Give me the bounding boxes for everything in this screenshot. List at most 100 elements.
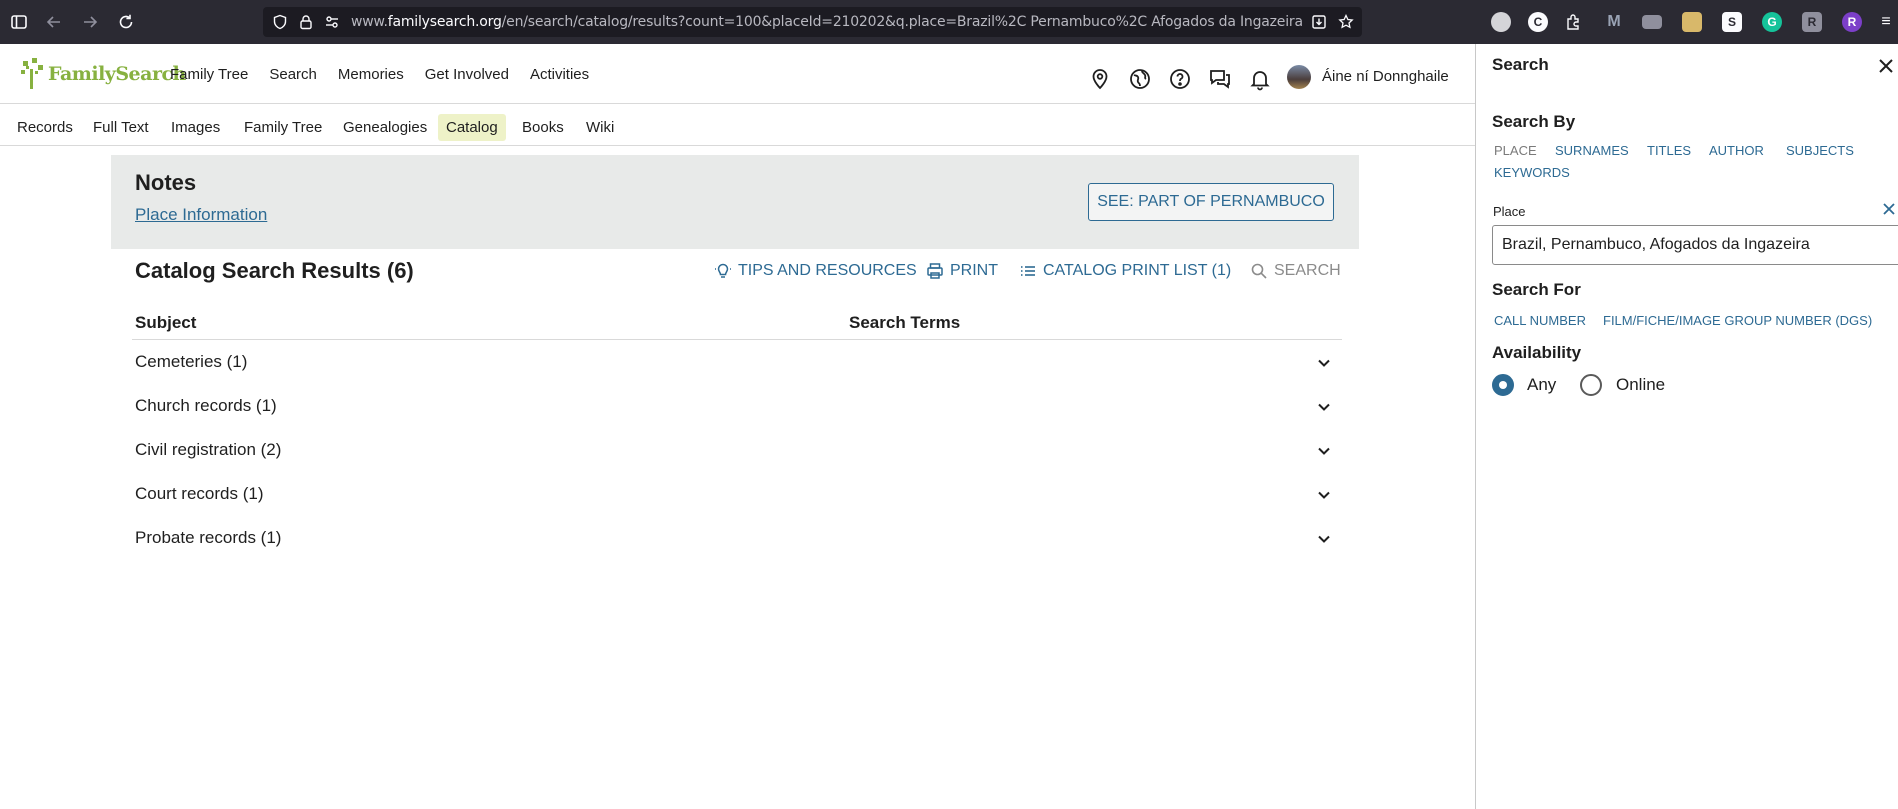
site-header: FamilySearch Family Tree Search Memories… — [0, 44, 1475, 104]
row-label: Cemeteries (1) — [135, 352, 248, 371]
chevron-down-icon[interactable] — [1315, 442, 1333, 460]
nav-activities[interactable]: Activities — [530, 66, 589, 83]
menu-hamburger-icon[interactable]: ≡ — [1876, 12, 1896, 32]
place-input[interactable] — [1492, 225, 1898, 265]
subject-column-header: Subject — [135, 313, 197, 332]
search-by-subjects-tab[interactable]: SUBJECTS — [1786, 143, 1854, 158]
subject-row-church-records[interactable]: Church records (1) — [135, 392, 1335, 422]
extension-m-icon[interactable]: M — [1604, 12, 1624, 32]
extension-window-icon[interactable] — [1642, 15, 1662, 29]
search-by-titles-tab[interactable]: TITLES — [1647, 143, 1691, 158]
extension-c-icon[interactable]: C — [1528, 12, 1548, 32]
extensions-puzzle-icon[interactable] — [1564, 12, 1584, 32]
subnav-genealogies[interactable]: Genealogies — [335, 114, 435, 141]
subject-row-court-records[interactable]: Court records (1) — [135, 480, 1335, 510]
film-fiche-dgs-link[interactable]: FILM/FICHE/IMAGE GROUP NUMBER (DGS) — [1603, 313, 1872, 328]
availability-any-label[interactable]: Any — [1527, 375, 1556, 395]
permissions-icon[interactable] — [323, 13, 341, 31]
download-page-icon[interactable] — [1310, 13, 1328, 31]
search-terms-column-header: Search Terms — [849, 313, 961, 332]
search-by-author-tab[interactable]: AUTHOR — [1709, 143, 1764, 158]
nav-search[interactable]: Search — [269, 66, 317, 83]
list-icon — [1021, 266, 1035, 276]
row-label: Church records (1) — [135, 396, 277, 415]
profile-avatar-icon[interactable]: R — [1842, 12, 1862, 32]
see-part-of-button[interactable]: SEE: PART OF PERNAMBUCO — [1088, 183, 1334, 221]
notes-section: Notes Place Information SEE: PART OF PER… — [111, 155, 1359, 249]
subject-row-civil-registration[interactable]: Civil registration (2) — [135, 436, 1335, 466]
search-by-surnames-tab[interactable]: SURNAMES — [1555, 143, 1629, 158]
sidebar-toggle-icon[interactable] — [9, 12, 29, 32]
tips-label: TIPS AND RESOURCES — [738, 262, 917, 279]
url-text: www.familysearch.org/en/search/catalog/r… — [351, 14, 1303, 30]
results-heading: Catalog Search Results (6) — [135, 258, 414, 283]
search-by-heading: Search By — [1492, 112, 1576, 131]
lock-icon[interactable] — [297, 13, 315, 31]
forward-icon[interactable] — [80, 12, 100, 32]
call-number-link[interactable]: CALL NUMBER — [1494, 313, 1586, 328]
help-icon[interactable] — [1168, 67, 1192, 91]
logo-text: FamilySearch — [48, 63, 186, 85]
subnav-full-text[interactable]: Full Text — [85, 114, 157, 141]
notifications-bell-icon[interactable] — [1248, 67, 1272, 91]
subnav-books[interactable]: Books — [514, 114, 572, 141]
place-information-link[interactable]: Place Information — [135, 205, 267, 225]
subject-row-cemeteries[interactable]: Cemeteries (1) — [135, 348, 1335, 378]
chevron-down-icon[interactable] — [1315, 354, 1333, 372]
browser-toolbar: www.familysearch.org/en/search/catalog/r… — [0, 0, 1898, 44]
print-button[interactable]: PRINT — [926, 259, 998, 283]
bookmark-star-icon[interactable] — [1337, 13, 1355, 31]
chevron-down-icon[interactable] — [1315, 530, 1333, 548]
back-icon[interactable] — [44, 12, 64, 32]
nav-memories[interactable]: Memories — [338, 66, 404, 83]
subject-row-probate-records[interactable]: Probate records (1) — [135, 524, 1335, 554]
extension-s-icon[interactable]: S — [1722, 12, 1742, 32]
subnav-wiki[interactable]: Wiki — [578, 114, 622, 141]
familysearch-logo[interactable]: FamilySearch — [18, 54, 186, 94]
extension-circle-icon[interactable] — [1491, 12, 1511, 32]
search-by-place-tab[interactable]: PLACE — [1494, 143, 1537, 158]
tree-logo-icon — [21, 58, 43, 89]
row-label: Civil registration (2) — [135, 440, 282, 459]
panel-title: Search — [1492, 55, 1549, 74]
availability-any-radio[interactable] — [1492, 374, 1514, 396]
notes-heading: Notes — [135, 170, 197, 195]
chevron-down-icon[interactable] — [1315, 398, 1333, 416]
search-by-keywords-tab[interactable]: KEYWORDS — [1494, 165, 1570, 180]
subnav-family-tree[interactable]: Family Tree — [236, 114, 330, 141]
tips-resources-button[interactable]: TIPS AND RESOURCES — [714, 259, 917, 283]
printer-icon — [927, 263, 943, 279]
reload-icon[interactable] — [116, 12, 136, 32]
close-icon[interactable] — [1876, 56, 1896, 76]
availability-online-radio[interactable] — [1580, 374, 1602, 396]
search-button[interactable]: SEARCH — [1250, 259, 1341, 283]
nav-family-tree[interactable]: Family Tree — [170, 66, 248, 83]
availability-heading: Availability — [1492, 343, 1582, 362]
print-list-label: CATALOG PRINT LIST (1) — [1043, 262, 1232, 279]
nav-get-involved[interactable]: Get Involved — [425, 66, 509, 83]
subnav-images[interactable]: Images — [163, 114, 228, 141]
user-name[interactable]: Áine ní Donnghaile — [1322, 68, 1449, 85]
extension-r-icon[interactable]: R — [1802, 12, 1822, 32]
place-field-label: Place — [1493, 204, 1526, 219]
chevron-down-icon[interactable] — [1315, 486, 1333, 504]
extension-stack-icon[interactable] — [1682, 12, 1702, 32]
subnav-records[interactable]: Records — [9, 114, 81, 141]
row-label: Probate records (1) — [135, 528, 282, 547]
address-bar[interactable]: www.familysearch.org/en/search/catalog/r… — [263, 7, 1362, 37]
subnav-catalog[interactable]: Catalog — [438, 114, 506, 141]
clear-field-icon[interactable] — [1882, 202, 1896, 216]
records-subnav: Records Full Text Images Family Tree Gen… — [0, 105, 1475, 146]
user-avatar[interactable] — [1287, 65, 1311, 89]
extension-grammarly-icon[interactable]: G — [1762, 12, 1782, 32]
availability-online-label[interactable]: Online — [1616, 375, 1665, 395]
location-pin-icon[interactable] — [1088, 67, 1112, 91]
main-nav: Family Tree Search Memories Get Involved… — [170, 66, 610, 83]
row-label: Court records (1) — [135, 484, 264, 503]
search-label: SEARCH — [1274, 262, 1341, 279]
catalog-print-list-button[interactable]: CATALOG PRINT LIST (1) — [1019, 259, 1231, 283]
globe-icon[interactable] — [1128, 67, 1152, 91]
print-label: PRINT — [950, 262, 998, 279]
messages-icon[interactable] — [1208, 67, 1232, 91]
shield-icon[interactable] — [271, 13, 289, 31]
